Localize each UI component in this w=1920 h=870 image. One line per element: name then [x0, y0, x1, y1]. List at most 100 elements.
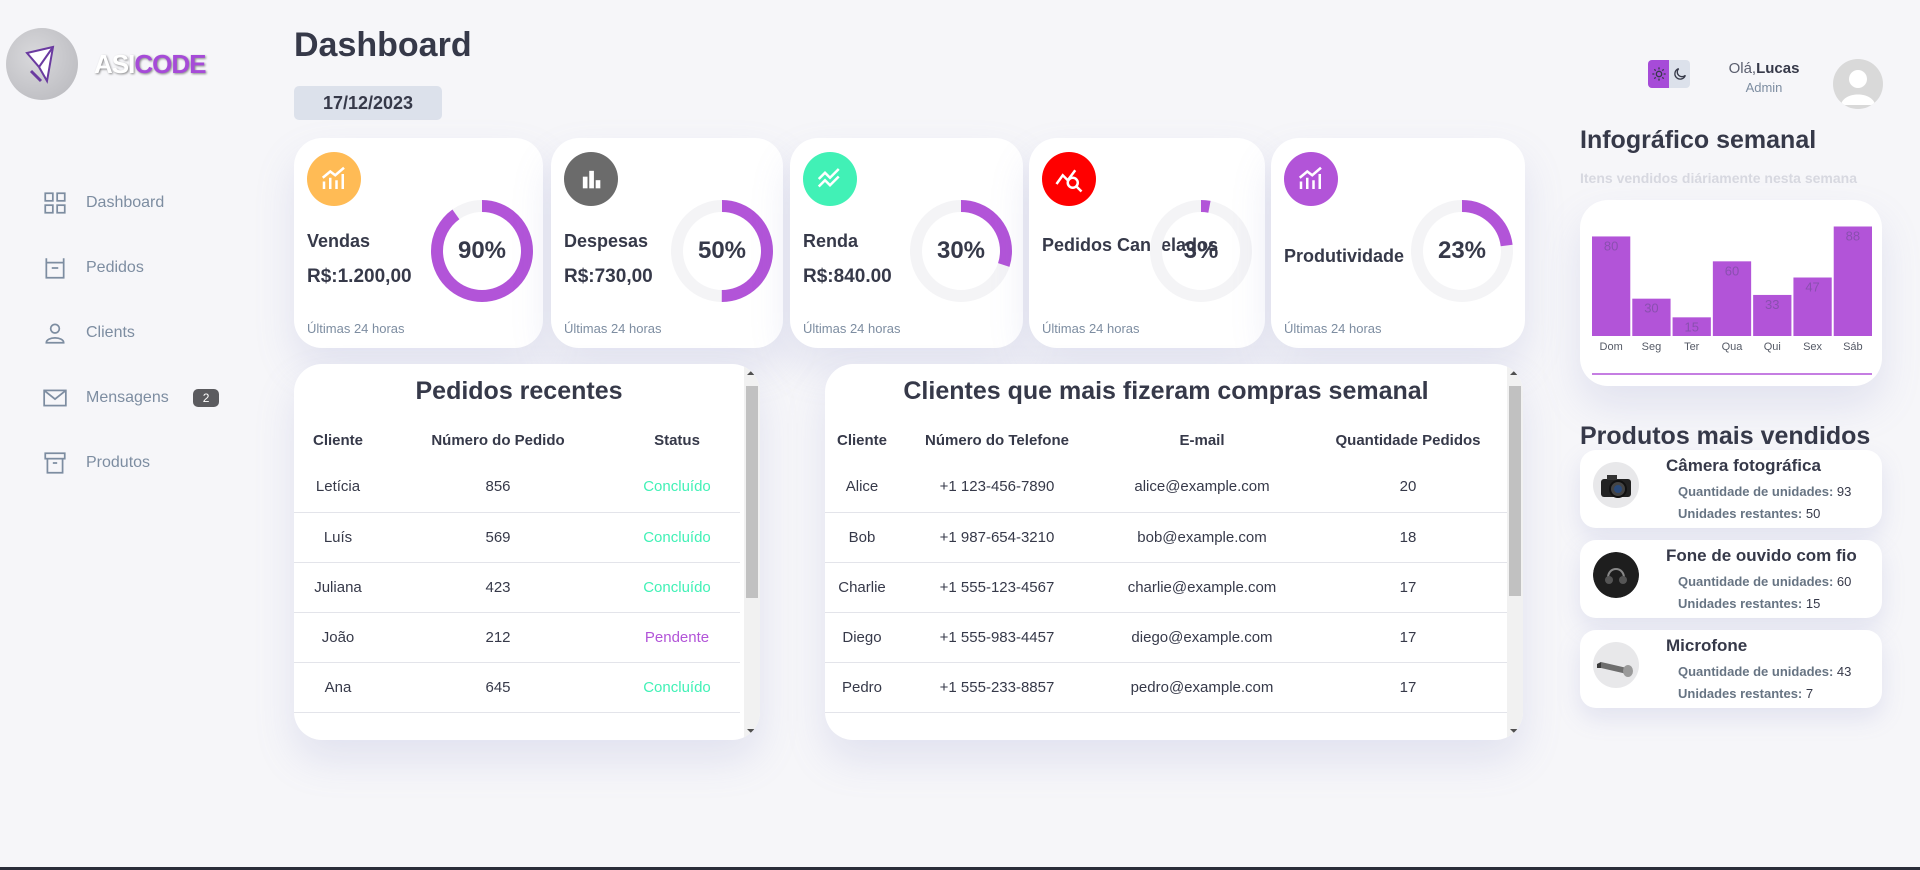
progress-percent: 50%: [697, 237, 747, 264]
scroll-up-icon[interactable]: [1510, 370, 1520, 375]
data-label: 30: [1644, 301, 1658, 316]
tick-label: Seg: [1642, 341, 1662, 353]
grid-icon: [44, 191, 66, 214]
cell-email: diego@example.com: [1095, 612, 1309, 663]
cell-order: 645: [382, 662, 614, 713]
mail-icon: [43, 389, 67, 406]
logo-icon: [6, 28, 78, 100]
quantity-value: 93: [1836, 484, 1852, 499]
data-label: 15: [1684, 319, 1698, 334]
weekly-chart-card: 80 Dom 30 Seg 15 Ter 60 Qua 33 Qui 47 Sex 88 Sáb: [1580, 200, 1882, 386]
product-card[interactable]: Câmera fotográfica Quantidade de unidade…: [1580, 450, 1882, 528]
scroll-down-icon[interactable]: [1510, 729, 1520, 734]
basket-icon: [45, 257, 65, 279]
theme-toggle[interactable]: [1648, 60, 1690, 88]
avatar[interactable]: [1833, 59, 1883, 109]
column-header: E-mail: [1179, 431, 1225, 449]
table-row[interactable]: João 212 Pendente: [294, 612, 740, 663]
table-row[interactable]: Juliana 423 Concluído: [294, 562, 740, 613]
table-row[interactable]: Pedro +1 555-233-8857 pedro@example.com …: [825, 662, 1507, 713]
cell-phone: +1 555-983-4457: [899, 612, 1095, 663]
archive-icon: [44, 451, 66, 474]
product-card[interactable]: Fone de ouvido com fio Quantidade de uni…: [1580, 540, 1882, 618]
tick-label: Ter: [1684, 341, 1700, 353]
tick-label: Qua: [1722, 341, 1744, 353]
remaining-label: Unidades restantes:: [1678, 686, 1803, 701]
camera-icon: [1593, 462, 1639, 508]
weekly-bar-chart: 80 Dom 30 Seg 15 Ter 60 Qua 33 Qui 47 Sex 88 Sáb: [1592, 226, 1872, 375]
microphone-icon: [1593, 642, 1639, 688]
message-count-badge: 2: [192, 388, 220, 407]
scrollbar[interactable]: [1507, 364, 1523, 740]
cell-quantity: 17: [1309, 662, 1507, 713]
sidebar-item-clients[interactable]: Clients: [42, 300, 219, 365]
card-value: R$:1.200,00: [307, 266, 412, 287]
column-header: Cliente: [836, 431, 887, 449]
tick-label: Dom: [1600, 341, 1623, 353]
card-label: Despesas: [564, 231, 649, 251]
table-row[interactable]: Ana 645 Concluído: [294, 662, 740, 713]
scrollbar[interactable]: [744, 364, 760, 740]
sun-icon[interactable]: [1648, 60, 1669, 88]
top-clients-panel[interactable]: Clientes que mais fizeram compras semana…: [825, 364, 1523, 740]
cell-order: 856: [382, 462, 614, 513]
column-header: Status: [654, 431, 700, 449]
cell-quantity: 20: [1309, 462, 1507, 513]
status-badge: Concluído: [614, 662, 740, 713]
sidebar-nav: Dashboard Pedidos Clients Mensagens 2 Pr…: [42, 170, 220, 495]
sidebar-item-pedidos[interactable]: Pedidos: [42, 235, 219, 300]
sidebar-item-dashboard[interactable]: Dashboard: [42, 170, 219, 235]
table-row[interactable]: Luís 569 Concluído: [294, 512, 740, 563]
product-card[interactable]: Microfone Quantidade de unidades: 43 Uni…: [1580, 630, 1882, 708]
status-badge: Pendente: [614, 612, 740, 663]
card-value: R$:840.00: [803, 266, 892, 287]
card-label: Vendas: [307, 231, 371, 251]
cell-quantity: 18: [1309, 512, 1507, 563]
search-chart-icon: [1042, 152, 1096, 206]
remaining-label: Unidades restantes:: [1678, 506, 1803, 521]
sidebar-item-produtos[interactable]: Produtos: [42, 430, 219, 495]
cell-email: pedro@example.com: [1095, 662, 1309, 713]
status-badge: Concluído: [614, 462, 740, 513]
table-row[interactable]: Diego +1 555-983-4457 diego@example.com …: [825, 612, 1507, 663]
table-row[interactable]: Letícia 856 Concluído: [294, 462, 740, 513]
cell-client: Juliana: [294, 562, 382, 613]
sidebar-item-mensagens[interactable]: Mensagens 2: [42, 365, 220, 430]
brand-logo[interactable]: ASICODE: [6, 28, 206, 100]
scrollbar-thumb[interactable]: [1509, 386, 1521, 596]
data-label: 88: [1846, 228, 1860, 243]
column-header: Número do Telefone: [925, 431, 1069, 449]
cell-order: 423: [382, 562, 614, 613]
recent-orders-table: Cliente Número do Pedido Status Letícia …: [294, 418, 740, 713]
scroll-up-icon[interactable]: [747, 370, 757, 375]
table-row[interactable]: Alice +1 123-456-7890 alice@example.com …: [825, 462, 1507, 513]
scroll-down-icon[interactable]: [747, 729, 757, 734]
top-clients-title: Clientes que mais fizeram compras semana…: [903, 377, 1429, 405]
cell-order: 569: [382, 512, 614, 563]
recent-orders-panel[interactable]: Pedidos recentes Cliente Número do Pedid…: [294, 364, 760, 740]
infographic-title: Infográfico semanal: [1580, 126, 1817, 154]
data-label: 80: [1604, 238, 1618, 253]
stat-card-pedidos-cancelados: Pedidos Cancelados 3% Últimas 24 horas: [1029, 138, 1265, 348]
cell-order: 212: [382, 612, 614, 663]
table-row[interactable]: Charlie +1 555-123-4567 charlie@example.…: [825, 562, 1507, 613]
cell-client: Bob: [825, 512, 899, 563]
user-name: Lucas: [1756, 60, 1800, 77]
greeting: Olá,: [1728, 60, 1757, 77]
table-row[interactable]: Bob +1 987-654-3210 bob@example.com 18: [825, 512, 1507, 563]
cell-client: Charlie: [825, 562, 899, 613]
headphones-icon: [1593, 552, 1639, 598]
cell-phone: +1 555-233-8857: [899, 662, 1095, 713]
date-display[interactable]: 17/12/2023: [294, 86, 442, 120]
scrollbar-thumb[interactable]: [746, 386, 758, 598]
card-footer: Últimas 24 horas: [307, 321, 405, 336]
cell-client: João: [294, 612, 382, 663]
progress-percent: 3%: [1183, 237, 1219, 264]
card-footer: Últimas 24 horas: [564, 321, 662, 336]
recent-orders-title: Pedidos recentes: [415, 377, 623, 405]
progress-percent: 23%: [1437, 237, 1487, 264]
tick-label: Sex: [1803, 341, 1822, 353]
column-header: Quantidade Pedidos: [1335, 431, 1481, 449]
moon-icon[interactable]: [1669, 60, 1690, 88]
progress-percent: 30%: [936, 237, 986, 264]
